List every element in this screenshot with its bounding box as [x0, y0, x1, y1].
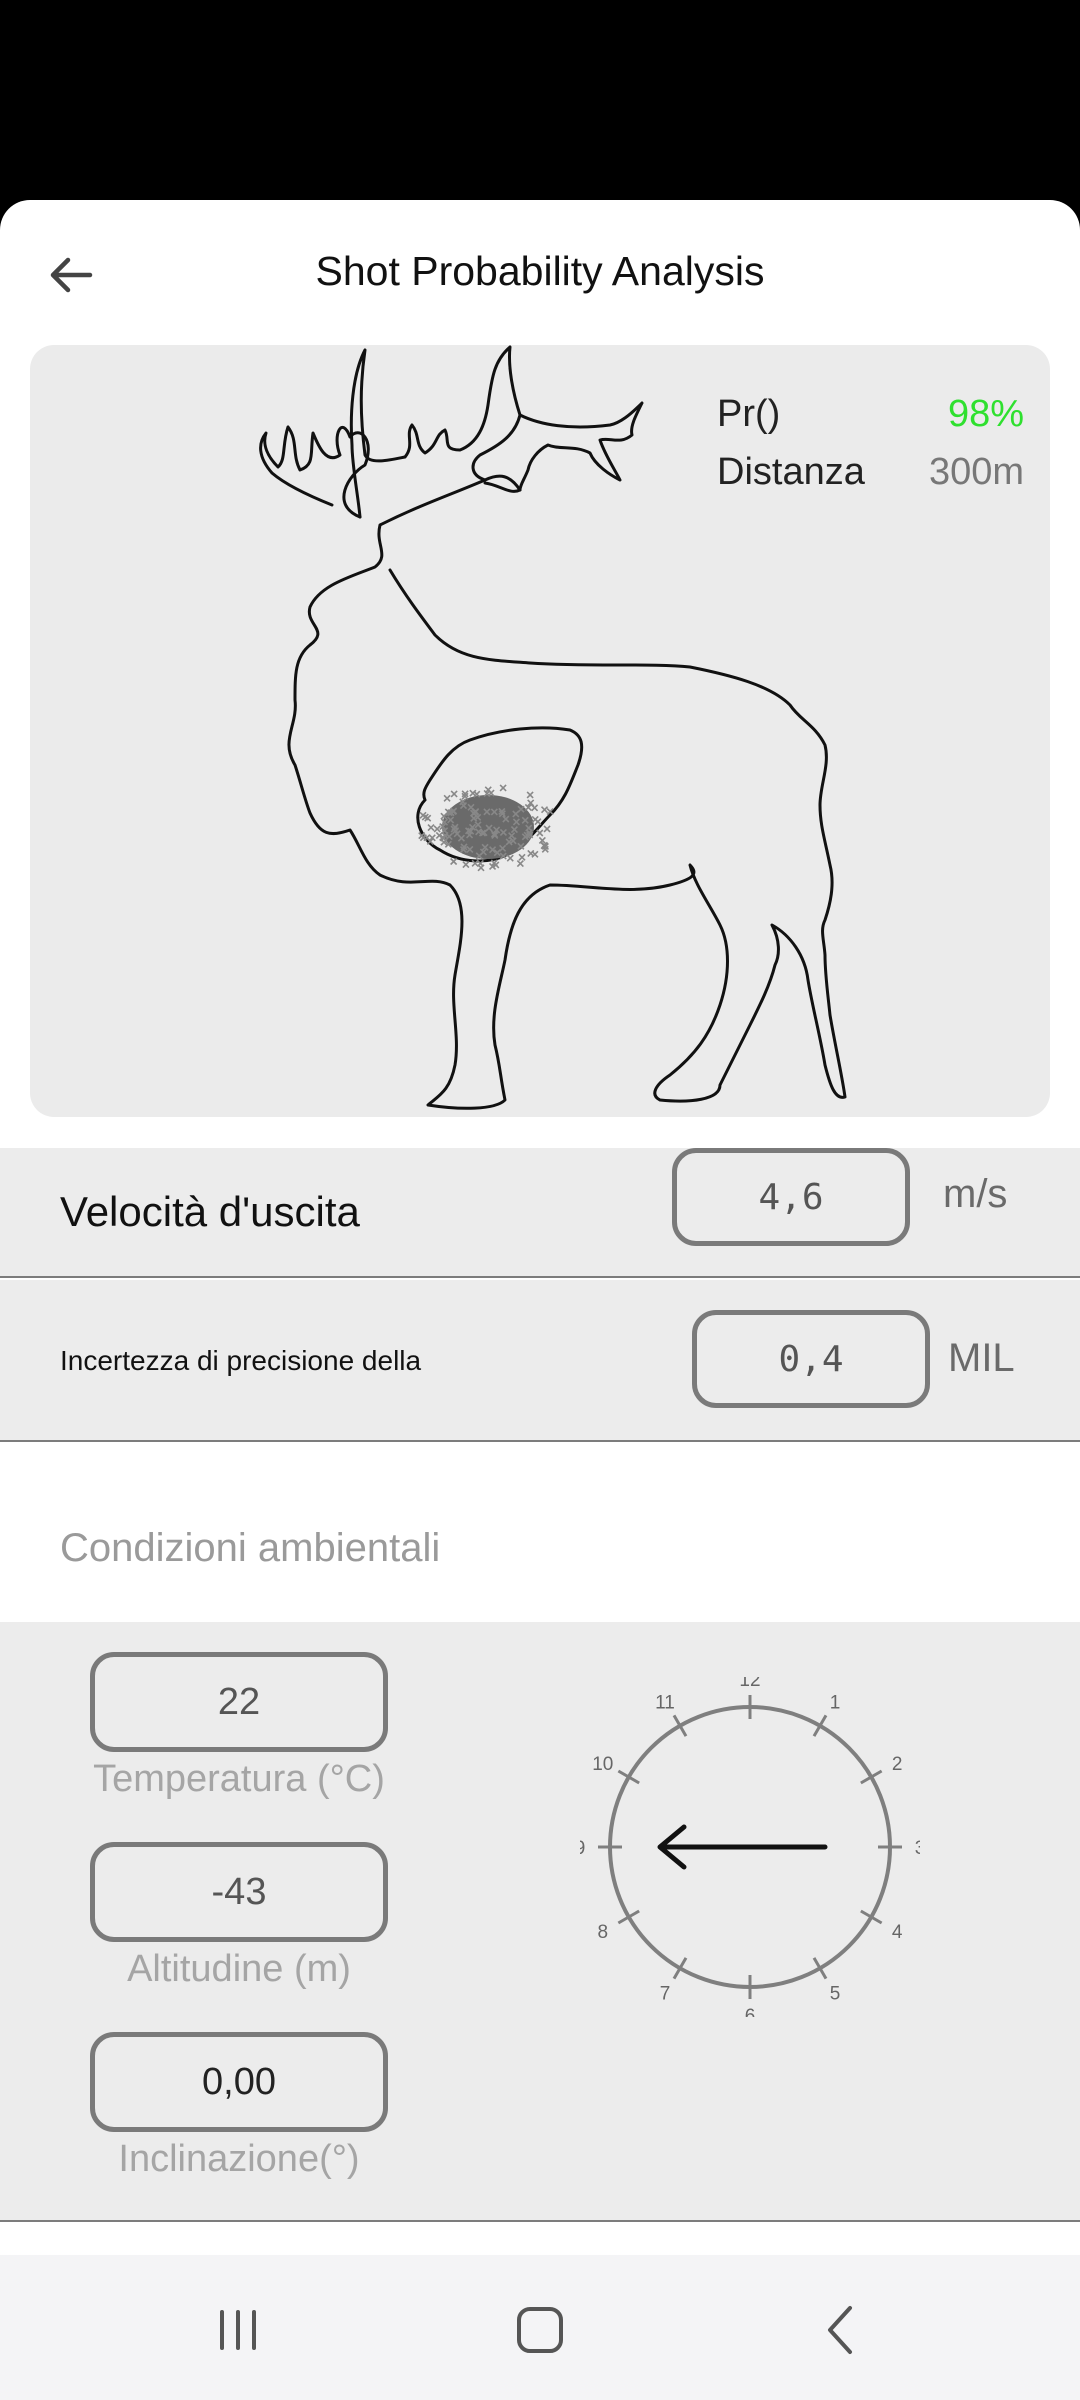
- clock-tick: [672, 1957, 688, 1980]
- antler-right: [518, 401, 644, 492]
- impact-marker: [540, 806, 549, 814]
- bottom-sheet: Shot Probability Analysis Pr() 98% Dista…: [0, 200, 1080, 2255]
- screen: Shot Probability Analysis Pr() 98% Dista…: [0, 0, 1080, 2400]
- distance-row: Distanza 300m: [717, 443, 1024, 501]
- clock-hour-label: 10: [592, 1754, 613, 1775]
- target-card: Pr() 98% Distanza 300m: [30, 345, 1050, 1117]
- impact-marker: [543, 825, 551, 833]
- inclination-label: Inclinazione(°): [118, 2138, 360, 2180]
- impact-marker: [450, 857, 458, 866]
- impact-marker: [526, 791, 534, 799]
- impact-marker: [531, 815, 539, 823]
- muzzle-velocity-input[interactable]: 4,6: [672, 1148, 910, 1246]
- impact-scatter: [418, 784, 554, 872]
- impact-marker: [518, 853, 526, 861]
- altitude-label: Altitudine (m): [127, 1948, 351, 1990]
- navigation-bar: [0, 2255, 1080, 2400]
- page-title: Shot Probability Analysis: [315, 248, 765, 294]
- clock-tick: [617, 1909, 640, 1925]
- clock-hour-label: 8: [597, 1922, 608, 1943]
- altitude-field: -43 Altitudine (m): [90, 1842, 388, 1991]
- clock-hour-label: 11: [655, 1693, 675, 1714]
- clock-tick: [812, 1957, 828, 1980]
- impact-marker: [427, 823, 435, 832]
- header: Shot Probability Analysis: [0, 200, 1080, 340]
- wind-arrow-icon: [657, 1824, 828, 1870]
- temperature-label: Temperatura (°C): [93, 1758, 385, 1800]
- back-icon: [828, 2306, 852, 2354]
- shot-stats: Pr() 98% Distanza 300m: [717, 385, 1024, 501]
- clock-hour-label: 7: [660, 1983, 671, 2004]
- clock-hour-label: 3: [915, 1838, 920, 1859]
- home-icon: [517, 2307, 563, 2353]
- precision-label: Incertezza di precisione della: [60, 1345, 422, 1376]
- probability-value: 98%: [947, 392, 1024, 435]
- muzzle-velocity-unit: m/s: [943, 1172, 1008, 1216]
- environment-section-title: Condizioni ambientali: [60, 1526, 441, 1570]
- recents-button[interactable]: [193, 2285, 283, 2375]
- home-button[interactable]: [495, 2285, 585, 2375]
- impact-marker: [506, 854, 514, 862]
- clock-tick: [860, 1769, 883, 1785]
- impact-marker: [516, 860, 524, 868]
- probability-row: Pr() 98%: [717, 385, 1024, 443]
- precision-input[interactable]: 0,4: [692, 1310, 930, 1408]
- clock-tick: [617, 1769, 640, 1785]
- probability-label: Pr(): [717, 392, 781, 435]
- clock-hour-label: 5: [830, 1983, 841, 2004]
- clock-hour-label: 6: [745, 2006, 756, 2017]
- clock-hour-label: 12: [739, 1677, 760, 1691]
- clock-tick: [812, 1714, 828, 1737]
- precision-row: Incertezza di precisione della 0,4 MIL: [0, 1280, 1080, 1442]
- clock-tick: [860, 1909, 883, 1925]
- impact-marker: [443, 794, 451, 802]
- precision-unit: MIL: [948, 1336, 1015, 1380]
- impact-marker: [450, 790, 458, 798]
- impact-marker: [477, 864, 485, 872]
- system-back-button[interactable]: [797, 2285, 887, 2375]
- recents-icon: [220, 2310, 256, 2350]
- inclination-input[interactable]: 0,00: [90, 2032, 388, 2132]
- clock-hour-label: 1: [830, 1693, 841, 1714]
- wind-direction-clock[interactable]: 121234567891011: [580, 1677, 920, 2017]
- clock-hour-label: 9: [580, 1838, 585, 1859]
- distance-value: 300m: [928, 450, 1024, 493]
- impact-marker: [536, 829, 544, 837]
- temperature-field: 22 Temperatura (°C): [90, 1652, 388, 1801]
- impact-marker: [499, 784, 507, 792]
- clock-tick: [672, 1714, 688, 1737]
- temperature-input[interactable]: 22: [90, 1652, 388, 1752]
- impact-marker: [433, 825, 441, 833]
- inclination-field: 0,00 Inclinazione(°): [90, 2032, 388, 2181]
- environment-panel: 22 Temperatura (°C) -43 Altitudine (m) 0…: [0, 1622, 1080, 2222]
- clock-hour-label: 2: [892, 1754, 903, 1775]
- muzzle-velocity-label: Velocità d'uscita: [60, 1188, 360, 1235]
- distance-label: Distanza: [717, 450, 865, 493]
- clock-hour-label: 4: [892, 1922, 903, 1943]
- muzzle-velocity-row: Velocità d'uscita 4,6 m/s: [0, 1148, 1080, 1278]
- impact-marker: [531, 850, 539, 858]
- impact-marker: [462, 861, 470, 869]
- altitude-input[interactable]: -43: [90, 1842, 388, 1942]
- status-bar: [0, 0, 1080, 200]
- antler-main-left: [349, 345, 522, 519]
